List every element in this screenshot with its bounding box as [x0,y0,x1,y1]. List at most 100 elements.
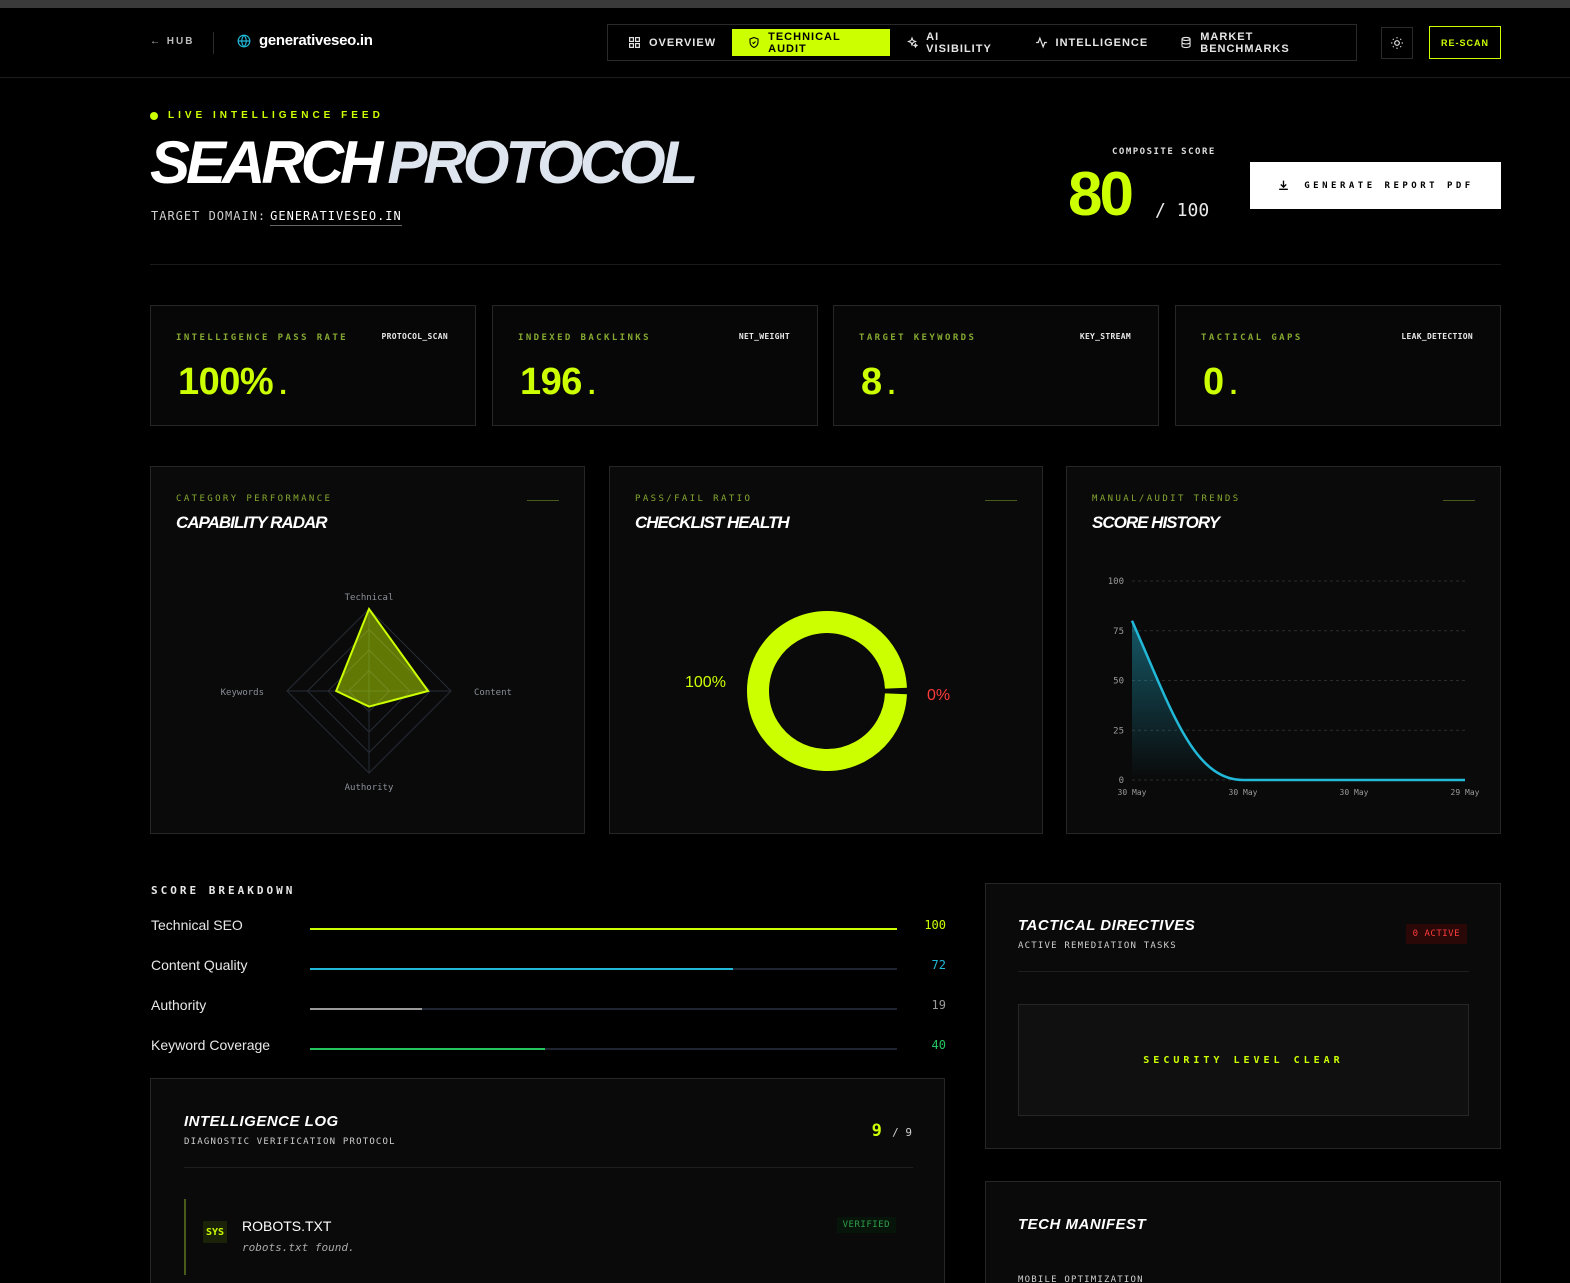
stat-tag: KEY_STREAM [1079,332,1131,341]
tab-label: INTELLIGENCE [1055,36,1149,49]
radar-area [334,606,430,708]
tech-manifest-panel: TECH MANIFEST MOBILE OPTIMIZATION [985,1181,1501,1283]
tab-label: TECHNICAL AUDIT [768,30,841,55]
tab-overview[interactable]: OVERVIEW [612,29,732,56]
security-status-box: SECURITY LEVEL CLEAR [1018,1004,1469,1116]
composite-score-value: 80 [1068,160,1134,229]
intelligence-log-panel: INTELLIGENCE LOG DIAGNOSTIC VERIFICATION… [150,1078,945,1283]
panel-dash [1443,500,1475,501]
stat-value: 0. [1203,361,1237,403]
log-count-value: 9 [871,1121,882,1141]
score-row-track [310,1008,897,1010]
x-tick-label: 30 May [1118,788,1147,797]
panel-label: PASS/FAIL RATIO [635,494,753,504]
panel-title: CHECKLIST HEALTH [635,513,790,532]
radar-axis-label: Keywords [221,688,264,698]
radar-axis-label: Authority [345,783,394,793]
tab-market-benchmarks[interactable]: MARKET BENCHMARKS [1164,29,1352,56]
y-tick-label: 100 [1108,577,1124,587]
donut-label-pass: 100% [685,674,726,691]
score-breakdown-row: Keyword Coverage 40 [150,1037,946,1061]
log-item-title: ROBOTS.TXT [242,1218,332,1234]
score-breakdown-row: Authority 19 [150,997,946,1021]
target-domain: TARGET DOMAIN: GENERATIVESEO.IN [151,209,402,226]
domain-label: generativeseo.in [237,32,373,49]
log-title: INTELLIGENCE LOG [184,1113,339,1130]
verified-badge: VERIFIED [836,1217,896,1233]
stat-card-tactical-gaps: TACTICAL GAPS LEAK_DETECTION 0. [1175,305,1501,426]
hub-back-link[interactable]: ← HUB [150,36,194,47]
stat-label: INTELLIGENCE PASS RATE [176,333,349,343]
live-feed-label: LIVE INTELLIGENCE FEED [168,110,384,121]
score-history-panel: 0 25 50 75 100 30 May 30 May 30 May 29 May MANUA… [1066,466,1501,834]
x-tick-label: 30 May [1229,788,1258,797]
radar-axis-label: Content [474,688,512,698]
sparkles-icon [907,36,919,49]
generate-report-button[interactable]: GENERATE REPORT PDF [1250,162,1501,209]
log-item-desc: robots.txt found. [242,1241,355,1254]
score-row-value: 100 [924,918,946,932]
tactical-directives-panel: TACTICAL DIRECTIVES ACTIVE REMEDIATION T… [985,883,1501,1149]
donut-slice-pass [747,611,907,771]
x-tick-label: 29 May [1451,788,1480,797]
area-fill [1132,620,1465,780]
rescan-button[interactable]: RE-SCAN [1429,26,1501,59]
active-count-badge: 0 ACTIVE [1405,924,1467,944]
sun-icon [1391,37,1403,49]
score-row-track [310,968,897,970]
log-item[interactable]: SYS ROBOTS.TXT robots.txt found. VERIFIE… [184,1199,913,1275]
title-word-1: SEARCH [150,129,383,196]
score-row-value: 19 [931,998,946,1012]
score-row-name: Content Quality [151,957,248,973]
composite-score-label: COMPOSITE SCORE [1112,147,1216,157]
stat-card-keywords: TARGET KEYWORDS KEY_STREAM 8. [833,305,1159,426]
tab-ai-visibility[interactable]: AI VISIBILITY [890,29,1018,56]
checklist-health-panel: 100% 0% PASS/FAIL RATIO CHECKLIST HEALTH [609,466,1043,834]
score-row-track [310,928,897,930]
live-feed-indicator: LIVE INTELLIGENCE FEED [150,110,384,121]
score-row-fill [310,1008,422,1010]
score-row-fill [310,928,897,930]
tab-label: MARKET BENCHMARKS [1200,30,1290,55]
target-domain-label: TARGET DOMAIN: [151,209,267,223]
target-domain-value[interactable]: GENERATIVESEO.IN [270,209,402,226]
panel-label: MANUAL/AUDIT TRENDS [1092,494,1241,504]
score-row-track [310,1048,897,1050]
theme-toggle-button[interactable] [1381,27,1413,59]
stat-label: INDEXED BACKLINKS [518,333,651,343]
score-row-value: 72 [931,958,946,972]
y-tick-label: 50 [1113,677,1124,687]
donut-label-fail: 0% [927,687,950,704]
database-icon [1181,36,1191,49]
score-row-name: Authority [151,997,207,1013]
manifest-subtitle: MOBILE OPTIMIZATION [1018,1275,1144,1283]
score-row-name: Technical SEO [151,917,243,933]
stat-label: TACTICAL GAPS [1201,333,1303,343]
stat-tag: NET_WEIGHT [738,332,790,341]
tab-technical-audit[interactable]: TECHNICAL AUDIT [732,29,891,56]
tactical-divider [1018,971,1469,972]
stat-card-backlinks: INDEXED BACKLINKS NET_WEIGHT 196. [492,305,818,426]
log-item-tag: SYS [203,1221,227,1243]
title-word-2: PROTOCOL [387,129,698,196]
score-row-value: 40 [931,1038,946,1052]
stat-tag: LEAK_DETECTION [1401,332,1473,341]
grid-icon [629,37,640,48]
domain-text: generativeseo.in [259,32,373,49]
panel-dash [985,500,1017,501]
tab-intelligence[interactable]: INTELLIGENCE [1019,29,1165,56]
x-tick-label: 30 May [1340,788,1369,797]
panel-title: CAPABILITY RADAR [176,513,328,532]
y-tick-label: 75 [1113,627,1124,637]
report-button-label: GENERATE REPORT PDF [1304,180,1474,191]
log-divider [184,1167,913,1168]
log-count-total: / 9 [892,1126,912,1139]
stat-label: TARGET KEYWORDS [859,333,977,343]
capability-radar-panel: Technical Content Authority Keywords CATEGO… [150,466,585,834]
tactical-subtitle: ACTIVE REMEDIATION TASKS [1018,941,1177,951]
manifest-title: TECH MANIFEST [1018,1216,1147,1233]
composite-score-max: / 100 [1155,200,1210,221]
page-title: SEARCH PROTOCOL [150,128,698,198]
stat-number: 0 [1203,361,1224,403]
radar-axis-label: Technical [345,593,394,603]
